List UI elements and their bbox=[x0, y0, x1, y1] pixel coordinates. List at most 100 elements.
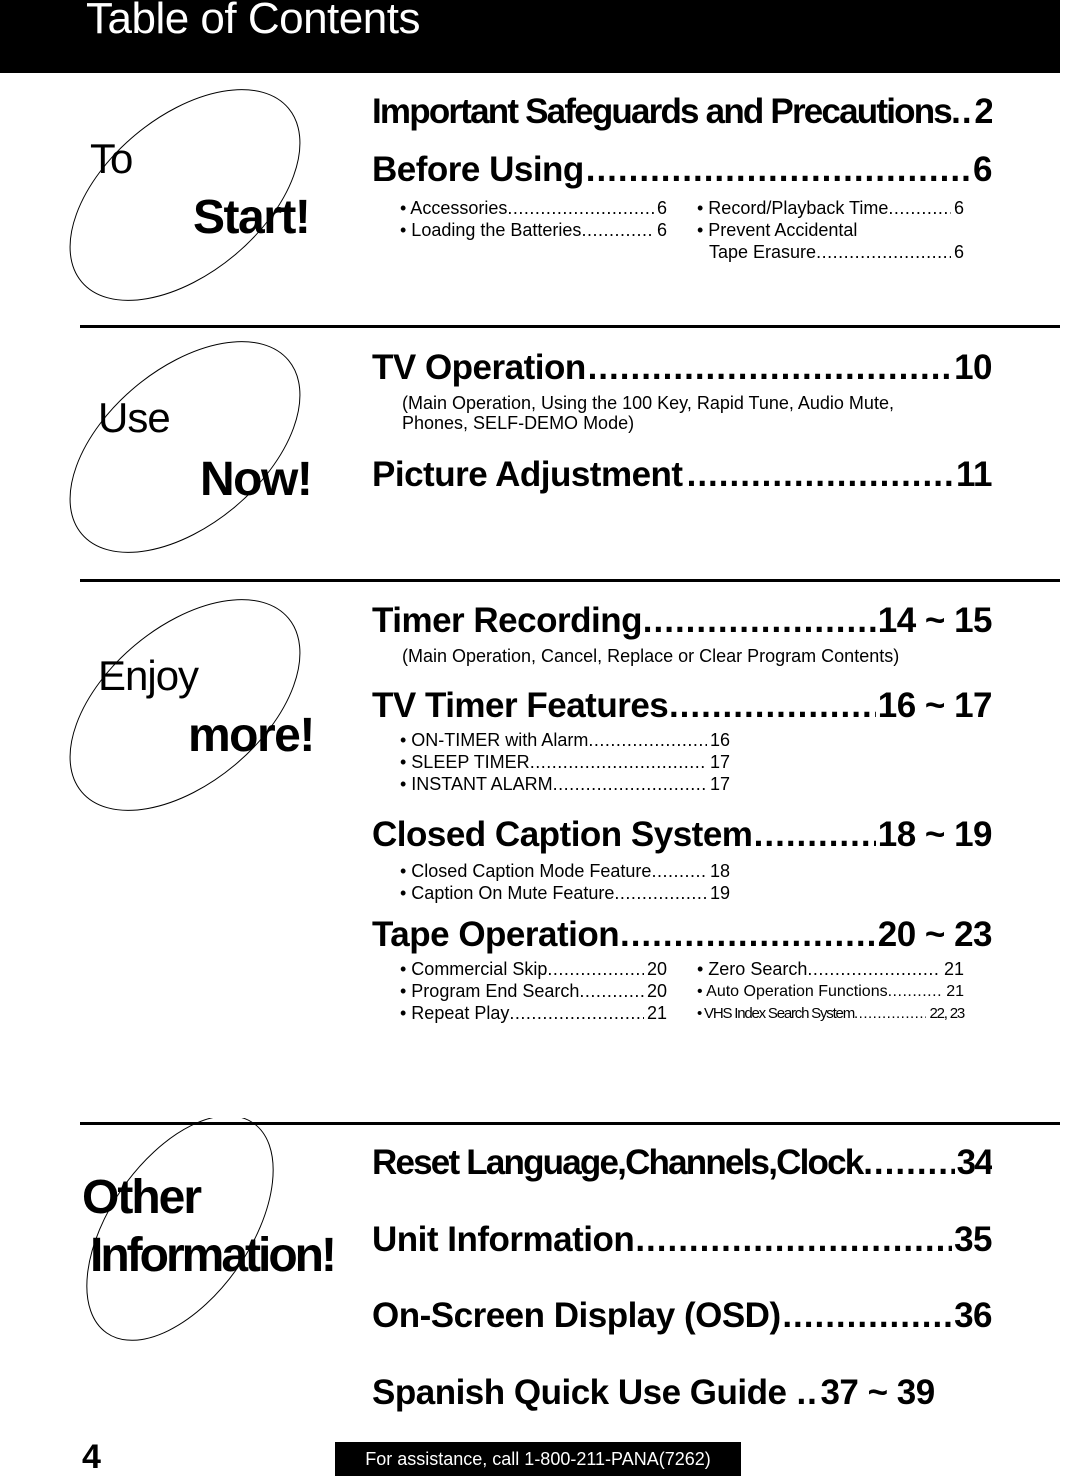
sub-page: 21 bbox=[946, 983, 964, 1000]
entry-label: Before Using bbox=[372, 150, 584, 189]
sub-entry[interactable]: • Record/Playback Time 6 bbox=[697, 197, 964, 219]
toc-entry[interactable]: On-Screen Display (OSD) 36 bbox=[372, 1296, 992, 1336]
sub-page: 17 bbox=[709, 752, 730, 772]
badge-word2: more! bbox=[188, 709, 315, 762]
sub-entry[interactable]: • Caption On Mute Feature 19 bbox=[400, 882, 730, 904]
sub-entry[interactable]: • INSTANT ALARM 17 bbox=[400, 773, 730, 795]
entry-label: Picture Adjustment bbox=[372, 455, 683, 494]
leader-dots bbox=[754, 815, 876, 855]
entry-page: 10 bbox=[954, 348, 992, 387]
sub-entry[interactable]: • Loading the Batteries 6 bbox=[400, 219, 667, 241]
badge-word1: Enjoy bbox=[98, 652, 199, 699]
entry-page: 37 ~ 39 bbox=[820, 1373, 935, 1412]
leader-dots bbox=[530, 751, 707, 773]
leader-dots bbox=[643, 601, 876, 641]
toc-entry[interactable]: Picture Adjustment 11 bbox=[372, 455, 992, 495]
entry-label: Timer Recording bbox=[372, 601, 642, 640]
sub-page: 21 bbox=[646, 1003, 667, 1023]
entry-page: 6 bbox=[973, 150, 992, 189]
entry-note: (Main Operation, Cancel, Replace or Clea… bbox=[402, 646, 900, 666]
sub-entry[interactable]: • Prevent Accidental bbox=[697, 219, 964, 241]
sub-page: 20 bbox=[646, 959, 667, 979]
entry-page: 16 ~ 17 bbox=[877, 686, 992, 725]
sub-label: • VHS Index Search System bbox=[697, 1005, 855, 1022]
sub-page: 21 bbox=[943, 959, 964, 979]
toc-entry[interactable]: TV Operation 10 bbox=[372, 348, 992, 388]
entry-page: 18 ~ 19 bbox=[877, 815, 992, 854]
entry-page: 36 bbox=[954, 1296, 992, 1335]
sub-entry[interactable]: • Repeat Play 21 bbox=[400, 1002, 667, 1024]
leader-dots bbox=[669, 686, 876, 726]
entry-page: 35 bbox=[954, 1220, 992, 1259]
leader-dots bbox=[507, 197, 654, 219]
toc-entry[interactable]: Spanish Quick Use Guide 37 ~ 39 bbox=[372, 1373, 992, 1413]
sub-entry[interactable]: • ON-TIMER with Alarm 16 bbox=[400, 729, 730, 751]
sub-label: • ON-TIMER with Alarm bbox=[400, 730, 589, 750]
toc-entry[interactable]: Reset Language,Channels,Clock 34 bbox=[372, 1143, 992, 1183]
sub-page: 17 bbox=[709, 774, 730, 794]
sub-label: • Zero Search bbox=[697, 959, 808, 979]
badge-word2: Information! bbox=[90, 1229, 337, 1282]
sub-label: • Caption On Mute Feature bbox=[400, 883, 615, 903]
toc-entry[interactable]: Unit Information 35 bbox=[372, 1220, 992, 1260]
section-divider bbox=[80, 579, 1060, 582]
toc-entry[interactable]: Tape Operation 20 ~ 23 bbox=[372, 915, 992, 955]
sub-page: 16 bbox=[709, 730, 730, 750]
sub-entry[interactable]: • Program End Search 20 bbox=[400, 980, 667, 1002]
leader-dots bbox=[614, 882, 707, 904]
entry-page: 34 bbox=[956, 1143, 992, 1182]
section-divider bbox=[80, 325, 1060, 328]
badge-other-information: Other Information! bbox=[60, 1118, 350, 1348]
sub-label: • SLEEP TIMER bbox=[400, 752, 530, 772]
leader-dots bbox=[888, 197, 951, 219]
ellipse-icon bbox=[69, 599, 301, 811]
leader-dots bbox=[687, 455, 954, 495]
leader-dots bbox=[951, 92, 972, 132]
entry-label: Spanish Quick Use Guide bbox=[372, 1373, 787, 1412]
sub-page: 18 bbox=[709, 861, 730, 881]
sub-entry[interactable]: Tape Erasure 6 bbox=[709, 241, 964, 263]
sub-label: • Auto Operation Functions bbox=[697, 983, 888, 1000]
badge-word1: Other bbox=[82, 1171, 202, 1224]
sub-entry[interactable]: • Auto Operation Functions 21 bbox=[697, 981, 964, 1003]
sub-page: 20 bbox=[646, 981, 667, 1001]
entry-page: 2 bbox=[974, 92, 992, 131]
leader-dots bbox=[620, 915, 876, 955]
toc-entry[interactable]: Before Using 6 bbox=[372, 150, 992, 190]
entry-page: 14 ~ 15 bbox=[877, 601, 992, 640]
leader-dots bbox=[635, 1220, 952, 1260]
badge-to-start: To Start! bbox=[60, 80, 350, 310]
sub-entry[interactable]: • SLEEP TIMER 17 bbox=[400, 751, 730, 773]
badge-enjoy-more: Enjoy more! bbox=[60, 590, 350, 820]
sub-entry[interactable]: • Accessories 6 bbox=[400, 197, 667, 219]
sub-entry[interactable]: • Closed Caption Mode Feature 18 bbox=[400, 860, 730, 882]
leader-dots bbox=[888, 981, 944, 1003]
toc-entry[interactable]: Closed Caption System 18 ~ 19 bbox=[372, 815, 992, 855]
toc-entry[interactable]: Important Safeguards and Precautions 2 bbox=[372, 92, 992, 132]
sub-entry[interactable]: • VHS Index Search System 22, 23 bbox=[697, 1003, 965, 1025]
sub-entry[interactable]: • Zero Search 21 bbox=[697, 958, 964, 980]
entry-label: Reset Language,Channels,Clock bbox=[372, 1143, 864, 1182]
toc-entry[interactable]: TV Timer Features 16 ~ 17 bbox=[372, 686, 992, 726]
leader-dots bbox=[547, 958, 644, 980]
assistance-text: For assistance, call 1-800-211-PANA(7262… bbox=[365, 1448, 711, 1469]
entry-label: TV Operation bbox=[372, 348, 586, 387]
sub-label: Tape Erasure bbox=[709, 242, 817, 262]
badge-word2: Now! bbox=[200, 453, 313, 506]
badge-word1: Use bbox=[98, 394, 171, 441]
sub-page: 6 bbox=[656, 220, 667, 240]
sub-label: • Commercial Skip bbox=[400, 959, 548, 979]
sub-page: 19 bbox=[709, 883, 730, 903]
badge-use-now: Use Now! bbox=[60, 332, 350, 562]
badge-word1: To bbox=[90, 135, 133, 182]
ellipse-icon bbox=[69, 341, 301, 553]
sub-label: • Record/Playback Time bbox=[697, 198, 889, 218]
entry-label: Important Safeguards and Precautions bbox=[372, 92, 953, 131]
sub-label: • Repeat Play bbox=[400, 1003, 510, 1023]
toc-entry[interactable]: Timer Recording 14 ~ 15 bbox=[372, 601, 992, 641]
leader-dots bbox=[509, 1002, 644, 1024]
sub-entry[interactable]: • Commercial Skip 20 bbox=[400, 958, 667, 980]
entry-label: Tape Operation bbox=[372, 915, 620, 954]
leader-dots bbox=[553, 773, 707, 795]
leader-dots bbox=[816, 241, 951, 263]
